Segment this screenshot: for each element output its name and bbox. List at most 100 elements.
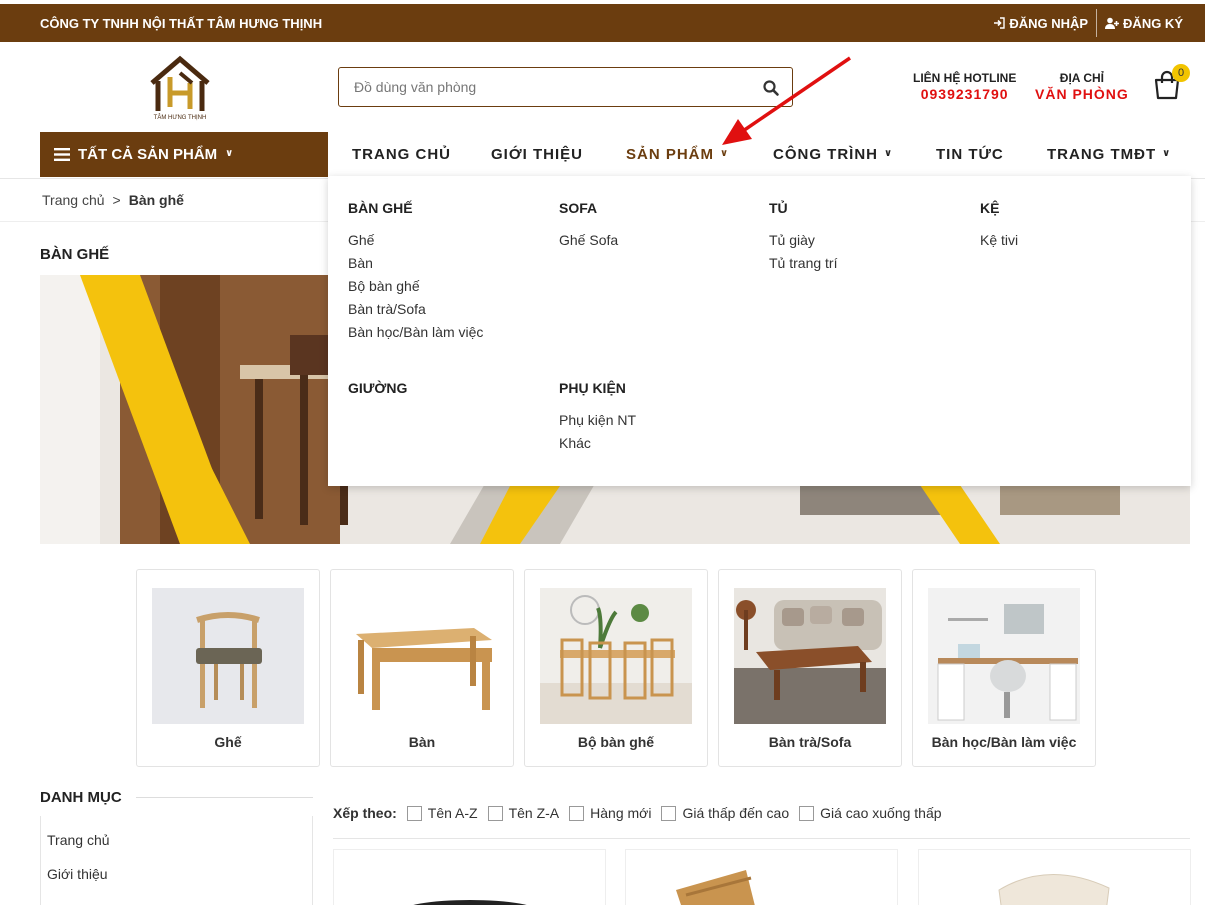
sort-option-label: Giá cao xuống thấp [820,805,942,821]
sort-option-label: Tên Z-A [508,805,560,821]
menu-group-ban-ghe: BÀN GHẾ Ghế Bàn Bộ bàn ghế Bàn trà/Sofa … [348,200,483,344]
menu-group-title[interactable]: PHỤ KIỆN [559,380,636,396]
menu-link[interactable]: Khác [559,432,636,455]
all-categories-label: TẤT CẢ SẢN PHẨM [78,146,218,163]
chair-image [152,588,304,724]
chevron-down-icon: ∨ [1162,148,1172,159]
category-label: Bàn [408,734,436,750]
address-block[interactable]: ĐỊA CHỈ VĂN PHÒNG [1035,71,1129,102]
category-card-desk[interactable]: Bàn học/Bàn làm việc [912,569,1096,767]
product-image [413,900,527,905]
sort-option-label: Tên A-Z [427,805,478,821]
menu-link[interactable]: Bộ bàn ghế [348,275,483,298]
checkbox[interactable] [661,805,677,821]
sort-option-name-asc[interactable]: Tên A-Z [406,805,478,821]
category-card-coffee-table[interactable]: Bàn trà/Sofa [718,569,902,767]
sort-option-newest[interactable]: Hàng mới [569,805,651,821]
menu-link[interactable]: Phụ kiện NT [559,409,636,432]
register-label: ĐĂNG KÝ [1123,15,1183,31]
hotline-number[interactable]: 0939231790 [913,86,1016,102]
menu-link[interactable]: Bàn [348,252,483,275]
nav-item-home[interactable]: TRANG CHỦ [352,146,451,163]
menu-link[interactable]: Kệ tivi [980,229,1018,252]
category-label: Bộ bàn ghế [577,734,655,750]
product-card[interactable] [918,849,1191,905]
breadcrumb-home[interactable]: Trang chủ [42,192,105,208]
coffee-table-image [734,588,886,724]
chevron-down-icon: ∨ [884,148,894,159]
nav-label: GIỚI THIỆU [491,146,583,163]
checkbox[interactable] [799,805,815,821]
category-card-chair[interactable]: Ghế [136,569,320,767]
site-logo[interactable]: TÂM HƯNG THỊNH [148,55,212,121]
menu-group-title[interactable]: KỆ [980,200,1018,216]
hotline-block[interactable]: LIÊN HỆ HOTLINE 0939231790 [913,71,1016,102]
sort-option-label: Giá thấp đến cao [682,805,790,821]
category-card-table[interactable]: Bàn [330,569,514,767]
checkbox[interactable] [406,805,422,821]
auth-links: ĐĂNG NHẬP ĐĂNG KÝ [985,4,1191,42]
page-title: BÀN GHẾ [40,246,110,263]
menu-icon [54,148,70,161]
sidebar-box [40,816,313,905]
sort-option-price-asc[interactable]: Giá thấp đến cao [661,805,789,821]
sidebar-title: DANH MỤC [40,789,122,806]
menu-link[interactable]: Ghế [348,229,483,252]
sort-option-label: Hàng mới [590,805,652,821]
nav-label: TRANG CHỦ [352,146,451,163]
menu-link[interactable]: Bàn trà/Sofa [348,298,483,321]
menu-link[interactable]: Tủ trang trí [769,252,837,275]
menu-group-title[interactable]: SOFA [559,200,618,216]
sidebar-title-underline [136,797,313,798]
login-icon [994,17,1006,29]
all-categories-button[interactable]: TẤT CẢ SẢN PHẨM ∨ [40,132,328,177]
address-label: ĐỊA CHỈ [1059,71,1105,85]
menu-group-title[interactable]: GIƯỜNG [348,380,407,396]
nav-item-news[interactable]: TIN TỨC [936,146,1004,163]
checkbox[interactable] [487,805,503,821]
menu-group-tu: TỦ Tủ giày Tủ trang trí [769,200,837,275]
menu-group-title[interactable]: BÀN GHẾ [348,200,483,216]
top-bar: CÔNG TY TNHH NỘI THẤT TÂM HƯNG THỊNH ĐĂN… [0,4,1205,42]
checkbox[interactable] [569,805,585,821]
desk-image [928,588,1080,724]
search-input[interactable] [339,68,739,106]
menu-link[interactable]: Bàn học/Bàn làm việc [348,321,483,344]
sort-label: Xếp theo: [333,805,397,821]
login-link[interactable]: ĐĂNG NHẬP [985,16,1096,31]
sort-option-name-desc[interactable]: Tên Z-A [487,805,560,821]
dining-set-image [540,588,692,724]
menu-link[interactable]: Ghế Sofa [559,229,618,252]
hotline-label: LIÊN HỆ HOTLINE [913,71,1017,85]
breadcrumb-current: Bàn ghế [128,192,184,208]
annotation-arrow-icon [722,56,851,145]
menu-link[interactable]: Tủ giày [769,229,837,252]
login-label: ĐĂNG NHẬP [1009,15,1089,31]
sort-bar: Xếp theo: Tên A-Z Tên Z-A Hàng mới Giá t… [333,805,952,821]
menu-group-giuong: GIƯỜNG [348,380,407,409]
sidebar-item-about[interactable]: Giới thiệu [47,866,108,882]
cart-button[interactable]: 0 [1153,64,1190,102]
nav-label: TRANG TMĐT [1047,146,1157,163]
address-value[interactable]: VĂN PHÒNG [1035,86,1129,102]
user-plus-icon [1105,17,1120,29]
menu-group-title[interactable]: TỦ [769,200,837,216]
product-card[interactable] [333,849,606,905]
nav-item-ecommerce[interactable]: TRANG TMĐT ∨ [1047,146,1171,163]
sort-option-price-desc[interactable]: Giá cao xuống thấp [799,805,942,821]
chevron-down-icon: ∨ [225,148,234,159]
nav-item-about[interactable]: GIỚI THIỆU [491,146,583,163]
product-card[interactable] [625,849,898,905]
category-label: Bàn học/Bàn làm việc [931,734,1077,750]
register-link[interactable]: ĐĂNG KÝ [1097,16,1191,31]
breadcrumb: Trang chủ > Bàn ghế [42,192,184,208]
menu-group-phu-kien: PHỤ KIỆN Phụ kiện NT Khác [559,380,636,455]
category-label: Bàn trà/Sofa [768,734,852,750]
sort-divider [333,838,1190,839]
product-image [676,870,755,905]
category-card-dining-set[interactable]: Bộ bàn ghế [524,569,708,767]
menu-group-ke: KỆ Kệ tivi [980,200,1018,252]
menu-group-sofa: SOFA Ghế Sofa [559,200,618,252]
sidebar-item-home[interactable]: Trang chủ [47,832,110,848]
products-mega-menu: BÀN GHẾ Ghế Bàn Bộ bàn ghế Bàn trà/Sofa … [328,176,1191,486]
